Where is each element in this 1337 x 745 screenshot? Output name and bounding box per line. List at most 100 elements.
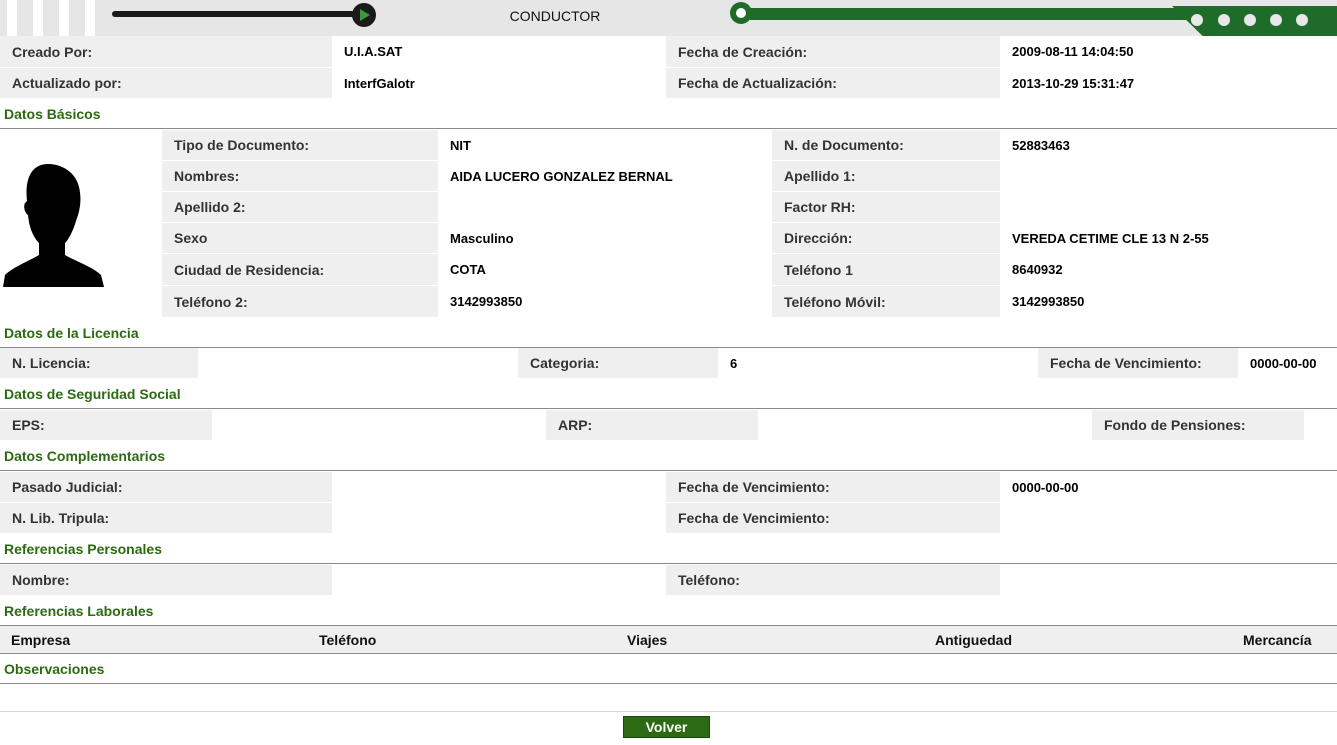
header-dot-icon [1296,14,1308,26]
section-title: Referencias Laborales [4,603,154,619]
ref-name-value [332,565,666,596]
surname2-label: Apellido 2: [162,192,438,223]
header-dot-icon [1270,14,1282,26]
section-title: Datos de la Licencia [4,325,139,341]
arp-value [758,410,1092,441]
eps-label: EPS: [0,410,212,441]
page-title: CONDUCTOR [509,8,601,24]
city-label: Ciudad de Residencia: [162,254,438,286]
phone2-label: Teléfono 2: [162,286,438,318]
surname1-value [1000,161,1337,192]
basic-row-2: Nombres: AIDA LUCERO GONZALEZ BERNAL Ape… [162,161,1337,192]
updated-date-label: Fecha de Actualización: [666,68,1000,99]
column-header-merchandise: Mercancía [1243,632,1312,648]
social-row: EPS: ARP: Fondo de Pensiones: [0,410,1337,441]
header-decor-track [112,11,368,17]
complementary-row-1: Pasado Judicial: Fecha de Vencimiento: 0… [0,472,1337,503]
back-button[interactable]: Volver [623,716,710,738]
surname2-value [438,192,772,223]
pension-value [1304,410,1337,441]
updated-by-value: InterfGalotr [332,68,666,99]
section-complementary: Datos Complementarios [0,441,1337,471]
license-expiry-value: 0000-00-00 [1238,348,1337,379]
sex-label: Sexo [162,223,438,254]
pension-label: Fondo de Pensiones: [1092,410,1304,441]
doc-type-label: Tipo de Documento: [162,130,438,161]
section-observations: Observaciones [0,654,1337,684]
crew-expiry-label: Fecha de Vencimiento: [666,503,1000,534]
audit-row-created: Creado Por: U.I.A.SAT Fecha de Creación:… [0,36,1337,68]
header-dot-icon [1191,14,1203,26]
basic-row-1: Tipo de Documento: NIT N. de Documento: … [162,130,1337,161]
ref-name-label: Nombre: [0,565,332,596]
doc-number-value: 52883463 [1000,130,1337,161]
header-dot-icon [1244,14,1256,26]
license-row: N. Licencia: Categoria: 6 Fecha de Venci… [0,348,1337,379]
judicial-label: Pasado Judicial: [0,472,332,503]
complementary-row-2: N. Lib. Tripula: Fecha de Vencimiento: [0,503,1337,534]
observations-content [0,685,1337,712]
mobile-label: Teléfono Móvil: [772,286,1000,318]
basic-row-6: Teléfono 2: 3142993850 Teléfono Móvil: 3… [162,286,1337,318]
page-header: CONDUCTOR [0,0,1337,36]
header-stripe [85,0,95,36]
license-expiry-label: Fecha de Vencimiento: [1038,348,1238,379]
license-number-value [198,348,518,379]
column-header-company: Empresa [11,632,71,648]
header-decor-track-green [750,8,1190,20]
column-header-seniority: Antiguedad [935,632,1012,648]
created-date-value: 2009-08-11 14:04:50 [1000,36,1337,68]
address-label: Dirección: [772,223,1000,254]
created-by-label: Creado Por: [0,36,332,68]
phone1-value: 8640932 [1000,254,1337,286]
crew-book-label: N. Lib. Tripula: [0,503,332,534]
section-work-references: Referencias Laborales [0,596,1337,626]
column-header-trips: Viajes [627,632,668,648]
section-title: Datos Complementarios [4,448,166,464]
basic-row-4: Sexo Masculino Dirección: VEREDA CETIME … [162,223,1337,254]
sex-value: Masculino [438,223,772,254]
crew-book-value [332,503,666,534]
city-value: COTA [438,254,772,286]
section-title: Datos Básicos [4,106,101,122]
section-social-security: Datos de Seguridad Social [0,379,1337,409]
column-header-phone: Teléfono [319,632,377,648]
section-title: Observaciones [4,661,105,677]
phone1-label: Teléfono 1 [772,254,1000,286]
created-by-value: U.I.A.SAT [332,36,666,68]
rh-value [1000,192,1337,223]
crew-expiry-value [1000,503,1337,534]
ref-phone-label: Teléfono: [666,565,1000,596]
surname1-label: Apellido 1: [772,161,1000,192]
header-knob-icon [730,2,752,24]
created-date-label: Fecha de Creación: [666,36,1000,68]
section-title: Datos de Seguridad Social [4,386,181,402]
avatar [0,130,162,318]
judicial-expiry-label: Fecha de Vencimiento: [666,472,1000,503]
mobile-value: 3142993850 [1000,286,1337,318]
basic-row-5: Ciudad de Residencia: COTA Teléfono 1 86… [162,254,1337,286]
license-category-value: 6 [718,348,1038,379]
phone2-value: 3142993850 [438,286,772,318]
audit-row-updated: Actualizado por: InterfGalotr Fecha de A… [0,68,1337,99]
ref-phone-value [1000,565,1337,596]
updated-by-label: Actualizado por: [0,68,332,99]
eps-value [212,410,546,441]
license-category-label: Categoria: [518,348,718,379]
section-title: Referencias Personales [4,541,162,557]
arp-label: ARP: [546,410,758,441]
names-value: AIDA LUCERO GONZALEZ BERNAL [438,161,772,192]
header-stripe [59,0,69,36]
header-stripe [33,0,43,36]
section-basic-data: Datos Básicos [0,99,1337,129]
header-stripe [7,0,17,36]
section-personal-references: Referencias Personales [0,534,1337,564]
judicial-expiry-value: 0000-00-00 [1000,472,1337,503]
header-dot-icon [1218,14,1230,26]
license-number-label: N. Licencia: [0,348,198,379]
personal-ref-row: Nombre: Teléfono: [0,565,1337,596]
basic-row-3: Apellido 2: Factor RH: [162,192,1337,223]
doc-number-label: N. de Documento: [772,130,1000,161]
updated-date-value: 2013-10-29 15:31:47 [1000,68,1337,99]
work-references-table-header: Empresa Teléfono Viajes Antiguedad Merca… [0,626,1337,654]
